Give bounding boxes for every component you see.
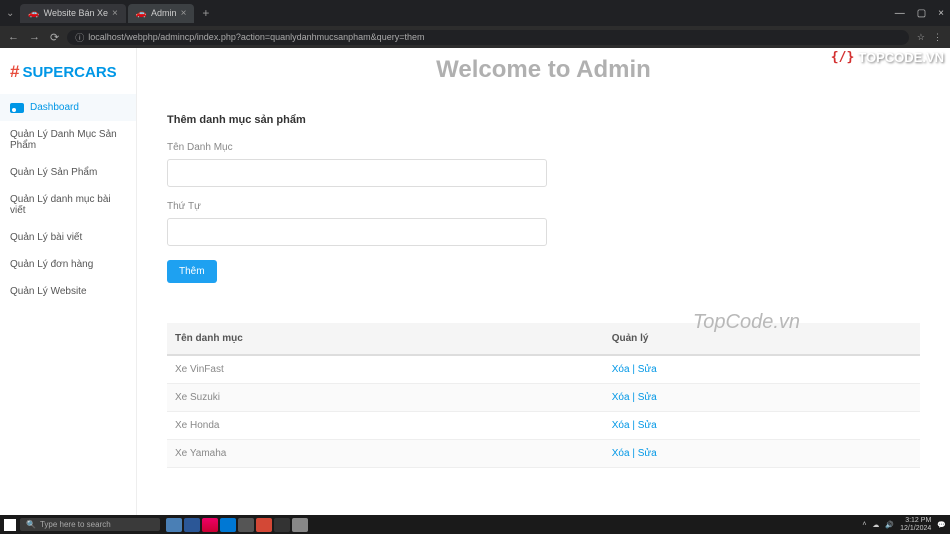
add-category-form: Thêm danh mục sản phẩm Tên Danh Mục Thứ … (167, 114, 547, 283)
tab-label: Website Bán Xe (44, 8, 108, 18)
app-root: {/} TOPCODE.VN # SUPERCARS Dashboard Quả… (0, 48, 950, 515)
clock[interactable]: 3:12 PM 12/1/2024 (900, 517, 931, 532)
page-title: Welcome to Admin (167, 56, 920, 84)
back-icon[interactable]: ← (8, 31, 19, 44)
dashboard-icon (10, 103, 24, 113)
brand-logo-icon: {/} (829, 50, 856, 65)
sidebar-item-post-categories[interactable]: Quản Lý danh mục bài viết (0, 186, 136, 224)
delete-link[interactable]: Xóa (612, 364, 630, 375)
table-row: Xe Suzuki Xóa | Sửa (167, 384, 920, 412)
app-icon[interactable] (256, 518, 272, 532)
delete-link[interactable]: Xóa (612, 392, 630, 403)
delete-link[interactable]: Xóa (612, 448, 630, 459)
category-table: Tên danh mục Quản lý Xe VinFast Xóa | Sử… (167, 323, 920, 468)
cell-name: Xe Suzuki (167, 384, 604, 412)
taskbar-apps (166, 518, 308, 532)
browser-toolbar: ← → ⟳ ⓘ localhost/webphp/admincp/index.p… (0, 26, 950, 48)
close-window-icon[interactable]: × (938, 8, 944, 19)
start-button[interactable] (4, 519, 16, 531)
date-text: 12/1/2024 (900, 525, 931, 533)
sidebar-item-label: Quản Lý Sản Phẩm (10, 167, 97, 178)
app-icon[interactable] (166, 518, 182, 532)
app-icon[interactable] (292, 518, 308, 532)
info-icon: ⓘ (75, 31, 84, 44)
submit-button[interactable]: Thêm (167, 260, 217, 283)
sidebar-item-label: Quản Lý Website (10, 286, 87, 297)
label-category-name: Tên Danh Mục (167, 142, 547, 153)
windows-taskbar: 🔍 Type here to search ˄ ☁ 🔊 3:12 PM 12/1… (0, 515, 950, 534)
category-table-wrap: TopCode.vn Tên danh mục Quản lý Xe VinFa… (167, 323, 920, 468)
table-row: Xe VinFast Xóa | Sửa (167, 355, 920, 384)
main-content: Welcome to Admin Thêm danh mục sản phẩm … (137, 48, 950, 515)
tab-label: Admin (151, 8, 177, 18)
sidebar-item-label: Dashboard (30, 102, 79, 113)
time-text: 3:12 PM (900, 517, 931, 525)
cell-name: Xe Yamaha (167, 440, 604, 468)
sidebar-item-label: Quản Lý đơn hàng (10, 259, 93, 270)
sidebar-item-orders[interactable]: Quản Lý đơn hàng (0, 251, 136, 278)
input-category-name[interactable] (167, 159, 547, 187)
forward-icon[interactable]: → (29, 31, 40, 44)
search-icon: 🔍 (26, 520, 36, 529)
reload-icon[interactable]: ⟳ (50, 31, 59, 44)
sidebar-item-products[interactable]: Quản Lý Sản Phẩm (0, 159, 136, 186)
taskbar-search[interactable]: 🔍 Type here to search (20, 518, 160, 531)
logo-text: SUPERCARS (22, 64, 116, 81)
tray-chevron-icon[interactable]: ˄ (862, 521, 866, 528)
app-icon[interactable] (220, 518, 236, 532)
notification-icon[interactable]: 💬 (937, 521, 946, 529)
sidebar-item-label: Quản Lý danh mục bài viết (10, 194, 126, 216)
close-icon[interactable]: × (112, 8, 118, 19)
sidebar-item-label: Quản Lý bài viết (10, 232, 82, 243)
logo[interactable]: # SUPERCARS (0, 56, 136, 94)
table-row: Xe Yamaha Xóa | Sửa (167, 440, 920, 468)
sidebar-item-categories[interactable]: Quản Lý Danh Mục Sản Phẩm (0, 121, 136, 159)
app-icon[interactable] (184, 518, 200, 532)
cell-name: Xe VinFast (167, 355, 604, 384)
star-icon[interactable]: ☆ (917, 32, 925, 43)
brand-watermark: {/} TOPCODE.VN (829, 50, 944, 65)
edit-link[interactable]: Sửa (638, 364, 657, 375)
form-heading: Thêm danh mục sản phẩm (167, 114, 547, 126)
hash-icon: # (10, 62, 19, 82)
table-row: Xe Honda Xóa | Sửa (167, 412, 920, 440)
app-icon[interactable] (238, 518, 254, 532)
app-icon[interactable] (274, 518, 290, 532)
url-text: localhost/webphp/admincp/index.php?actio… (88, 32, 424, 42)
tab-favicon: 🚗 (28, 8, 39, 19)
maximize-icon[interactable]: ▢ (917, 8, 926, 19)
edit-link[interactable]: Sửa (638, 448, 657, 459)
sidebar-item-label: Quản Lý Danh Mục Sản Phẩm (10, 129, 126, 151)
delete-link[interactable]: Xóa (612, 420, 630, 431)
chevron-down-icon[interactable]: ⌄ (6, 8, 14, 19)
tab-favicon: 🚗 (136, 8, 147, 19)
input-order[interactable] (167, 218, 547, 246)
label-order: Thứ Tự (167, 201, 547, 212)
search-placeholder: Type here to search (40, 520, 111, 529)
edit-link[interactable]: Sửa (638, 420, 657, 431)
th-action: Quản lý (604, 323, 920, 355)
new-tab-button[interactable]: + (196, 6, 215, 20)
menu-icon[interactable]: ⋮ (933, 32, 942, 43)
sidebar-item-website[interactable]: Quản Lý Website (0, 278, 136, 305)
cell-name: Xe Honda (167, 412, 604, 440)
browser-tab-active[interactable]: 🚗 Admin × (128, 4, 195, 23)
wifi-icon[interactable]: 🔊 (885, 521, 894, 529)
app-icon[interactable] (202, 518, 218, 532)
address-bar[interactable]: ⓘ localhost/webphp/admincp/index.php?act… (67, 30, 909, 45)
th-name: Tên danh mục (167, 323, 604, 355)
sidebar: # SUPERCARS Dashboard Quản Lý Danh Mục S… (0, 48, 137, 515)
sidebar-item-dashboard[interactable]: Dashboard (0, 94, 136, 121)
cloud-icon[interactable]: ☁ (872, 521, 879, 529)
sidebar-item-posts[interactable]: Quản Lý bài viết (0, 224, 136, 251)
edit-link[interactable]: Sửa (638, 392, 657, 403)
browser-tab[interactable]: 🚗 Website Bán Xe × (20, 4, 125, 23)
minimize-icon[interactable]: — (895, 8, 905, 19)
browser-tab-strip: ⌄ 🚗 Website Bán Xe × 🚗 Admin × + — ▢ × (0, 0, 950, 26)
close-icon[interactable]: × (181, 8, 187, 19)
system-tray: ˄ ☁ 🔊 3:12 PM 12/1/2024 💬 (862, 517, 946, 532)
